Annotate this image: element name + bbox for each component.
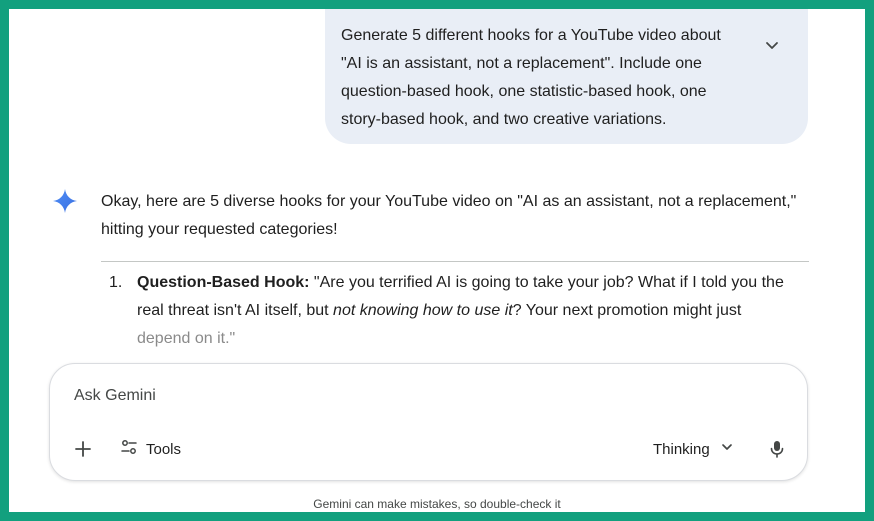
- chevron-down-icon[interactable]: [764, 35, 780, 51]
- tools-icon: [120, 438, 138, 461]
- divider: [101, 261, 809, 262]
- list-item-text: real threat isn't AI itself, but: [137, 302, 334, 319]
- mode-selector[interactable]: Thinking: [653, 438, 734, 460]
- list-item-text: depend on it.": [137, 330, 236, 347]
- response-intro: Okay, here are 5 diverse hooks for your …: [101, 188, 821, 244]
- tools-button[interactable]: Tools: [120, 438, 181, 460]
- list-item-emphasis: not knowing how to use it: [333, 302, 513, 319]
- response-intro-line: hitting your requested categories!: [101, 221, 338, 238]
- user-message-line: "AI is an assistant, not a replacement".…: [341, 55, 702, 72]
- list-item-body: Question-Based Hook: "Are you terrified …: [137, 269, 809, 353]
- list-item-number: 1.: [109, 274, 123, 291]
- list-item-title: Question-Based Hook:: [137, 274, 310, 291]
- plus-icon[interactable]: [72, 438, 94, 460]
- user-message-line: story-based hook, and two creative varia…: [341, 111, 667, 128]
- disclaimer: Gemini can make mistakes, so double-chec…: [313, 497, 561, 511]
- user-message-line: question-based hook, one statistic-based…: [341, 83, 707, 100]
- user-message-line: Generate 5 different hooks for a YouTube…: [341, 27, 721, 44]
- prompt-input[interactable]: Ask Gemini: [74, 387, 156, 405]
- mode-label: Thinking: [653, 440, 710, 458]
- prompt-input-box[interactable]: Ask Gemini Tools Thinking: [49, 363, 808, 481]
- response-intro-line: Okay, here are 5 diverse hooks for your …: [101, 193, 797, 210]
- screenshot-frame: Generate 5 different hooks for a YouTube…: [0, 0, 874, 521]
- gemini-spark-icon: [53, 189, 77, 213]
- chevron-down-icon: [720, 440, 734, 459]
- list-item-text: ? Your next promotion might just: [512, 302, 742, 319]
- user-message-bubble: Generate 5 different hooks for a YouTube…: [325, 9, 808, 144]
- list-item: 1. Question-Based Hook: "Are you terrifi…: [109, 269, 809, 353]
- chat-area: Generate 5 different hooks for a YouTube…: [9, 9, 865, 512]
- list-item-text: "Are you terrified AI is going to take y…: [309, 274, 784, 291]
- tools-label: Tools: [146, 440, 182, 458]
- mic-icon[interactable]: [766, 438, 788, 460]
